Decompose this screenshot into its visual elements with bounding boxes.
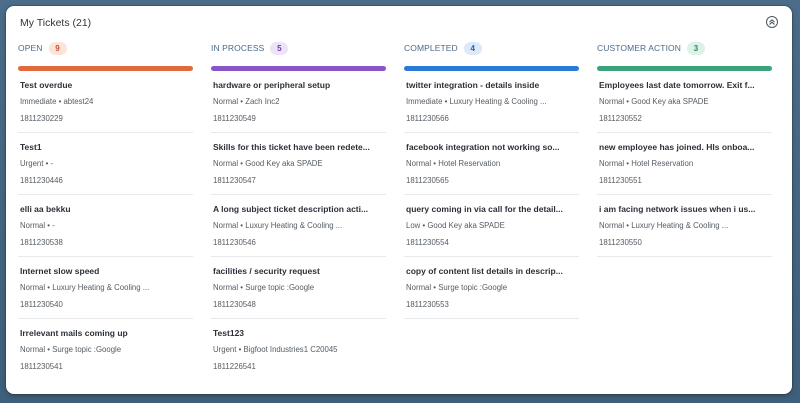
column-header-customer-action: CUSTOMER ACTION 3: [597, 39, 772, 57]
ticket-item[interactable]: Employees last date tomorrow. Exit f... …: [597, 71, 772, 133]
ticket-meta: Normal • -: [20, 221, 55, 230]
ticket-meta: Normal • Surge topic :Google: [20, 345, 122, 354]
ticket-meta: Immediate • Luxury Heating & Cooling ...: [406, 97, 547, 106]
ticket-meta: Normal • Luxury Heating & Cooling ...: [213, 221, 343, 230]
card-title: My Tickets (21): [20, 17, 92, 29]
column-label: IN PROCESS: [211, 43, 265, 53]
column-label: COMPLETED: [404, 43, 458, 53]
column-open: OPEN 9 Test overdue Immediate • abtest24…: [18, 39, 193, 384]
ticket-subject: i am facing network issues when i us...: [599, 204, 756, 214]
count-badge: 5: [270, 41, 289, 55]
ticket-subject: Irrelevant mails coming up: [20, 328, 128, 338]
ticket-item[interactable]: facilities / security request Normal • S…: [211, 257, 386, 319]
ticket-id: 1811230540: [20, 300, 63, 309]
ticket-meta: Normal • Good Key aka SPADE: [599, 97, 709, 106]
ticket-id: 1811230549: [213, 114, 256, 123]
ticket-item[interactable]: elli aa bekku Normal • - 1811230538: [18, 195, 193, 257]
ticket-id: 1811226541: [213, 362, 256, 371]
ticket-meta: Low • Good Key aka SPADE: [406, 221, 505, 230]
ticket-item[interactable]: hardware or peripheral setup Normal • Za…: [211, 71, 386, 133]
ticket-item[interactable]: twitter integration - details inside Imm…: [404, 71, 579, 133]
chevron-up-circle-icon[interactable]: [766, 16, 778, 28]
ticket-subject: Employees last date tomorrow. Exit f...: [599, 80, 755, 90]
ticket-id: 1811230551: [599, 176, 642, 185]
ticket-subject: twitter integration - details inside: [406, 80, 540, 90]
ticket-id: 1811230566: [406, 114, 449, 123]
ticket-item[interactable]: A long subject ticket description acti..…: [211, 195, 386, 257]
column-header-in-process: IN PROCESS 5: [211, 39, 386, 57]
ticket-meta: Urgent • -: [20, 159, 54, 168]
ticket-meta: Normal • Zach Inc2: [213, 97, 280, 106]
ticket-item[interactable]: Test123 Urgent • Bigfoot Industries1 C20…: [211, 319, 386, 381]
ticket-item[interactable]: Irrelevant mails coming up Normal • Surg…: [18, 319, 193, 381]
ticket-item[interactable]: i am facing network issues when i us... …: [597, 195, 772, 257]
ticket-meta: Normal • Hotel Reservation: [406, 159, 501, 168]
ticket-subject: new employee has joined. HIs onboa...: [599, 142, 755, 152]
ticket-subject: Skills for this ticket have been redete.…: [213, 142, 370, 152]
ticket-id: 1811230548: [213, 300, 256, 309]
ticket-id: 1811230554: [406, 238, 449, 247]
column-label: OPEN: [18, 43, 43, 53]
my-tickets-card: My Tickets (21) OPEN 9 Test overdue Imme…: [6, 6, 792, 394]
ticket-meta: Normal • Good Key aka SPADE: [213, 159, 323, 168]
ticket-subject: elli aa bekku: [20, 204, 71, 214]
ticket-id: 1811230541: [20, 362, 63, 371]
ticket-meta: Normal • Surge topic :Google: [406, 283, 508, 292]
ticket-item[interactable]: Test1 Urgent • - 1811230446: [18, 133, 193, 195]
ticket-item[interactable]: facebook integration not working so... N…: [404, 133, 579, 195]
ticket-subject: Test1: [20, 142, 42, 152]
ticket-id: 1811230565: [406, 176, 449, 185]
count-badge: 3: [687, 41, 705, 55]
ticket-id: 1811230446: [20, 176, 63, 185]
count-badge: 9: [48, 41, 67, 55]
column-in-process: IN PROCESS 5 hardware or peripheral setu…: [211, 39, 386, 384]
column-header-completed: COMPLETED 4: [404, 39, 579, 57]
ticket-meta: Normal • Luxury Heating & Cooling ...: [20, 283, 150, 292]
ticket-id: 1811230553: [406, 300, 449, 309]
ticket-item[interactable]: Test overdue Immediate • abtest24 181123…: [18, 71, 193, 133]
count-badge: 4: [463, 41, 482, 55]
column-label: CUSTOMER ACTION: [597, 43, 681, 53]
ticket-id: 1811230538: [20, 238, 63, 247]
ticket-id: 1811230547: [213, 176, 256, 185]
ticket-subject: Test123: [213, 328, 245, 338]
ticket-id: 1811230229: [20, 114, 63, 123]
ticket-meta: Urgent • Bigfoot Industries1 C20045: [213, 345, 338, 354]
ticket-meta: Immediate • abtest24: [20, 97, 94, 106]
column-header-open: OPEN 9: [18, 39, 193, 57]
column-customer-action: CUSTOMER ACTION 3 Employees last date to…: [597, 39, 772, 384]
ticket-columns: OPEN 9 Test overdue Immediate • abtest24…: [18, 39, 780, 384]
ticket-item[interactable]: query coming in via call for the detail.…: [404, 195, 579, 257]
ticket-id: 1811230546: [213, 238, 256, 247]
ticket-subject: Internet slow speed: [20, 266, 100, 276]
ticket-subject: Test overdue: [20, 80, 73, 90]
ticket-item[interactable]: new employee has joined. HIs onboa... No…: [597, 133, 772, 195]
column-completed: COMPLETED 4 twitter integration - detail…: [404, 39, 579, 384]
ticket-subject: query coming in via call for the detail.…: [406, 204, 563, 214]
ticket-subject: A long subject ticket description acti..…: [213, 204, 369, 214]
ticket-subject: hardware or peripheral setup: [213, 80, 331, 90]
ticket-item[interactable]: Skills for this ticket have been redete.…: [211, 133, 386, 195]
ticket-meta: Normal • Luxury Heating & Cooling ...: [599, 221, 729, 230]
ticket-id: 1811230550: [599, 238, 642, 247]
ticket-meta: Normal • Surge topic :Google: [213, 283, 315, 292]
ticket-item[interactable]: Internet slow speed Normal • Luxury Heat…: [18, 257, 193, 319]
ticket-subject: facebook integration not working so...: [406, 142, 560, 152]
card-header: My Tickets (21): [6, 6, 792, 38]
ticket-item[interactable]: copy of content list details in descrip.…: [404, 257, 579, 319]
ticket-id: 1811230552: [599, 114, 642, 123]
ticket-meta: Normal • Hotel Reservation: [599, 159, 694, 168]
ticket-subject: facilities / security request: [213, 266, 320, 276]
ticket-subject: copy of content list details in descrip.…: [406, 266, 563, 276]
